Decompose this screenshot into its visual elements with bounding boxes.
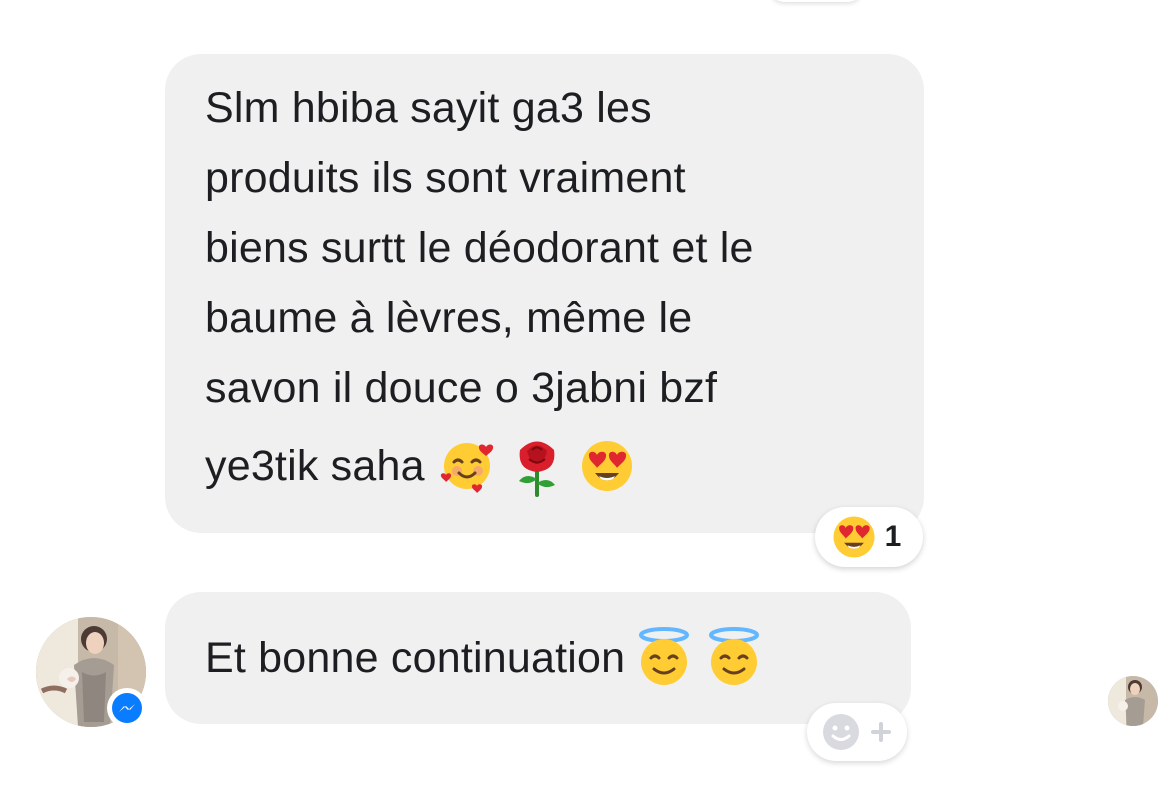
reaction-count: 1	[884, 520, 902, 553]
message-1-line-3: biens surtt le déodorant et le	[205, 224, 754, 272]
smiling-face-with-halo-icon	[709, 627, 760, 685]
message-1-last-line: ye3tik saha	[205, 423, 888, 509]
incoming-message-bubble-1[interactable]: Slm hbiba sayit ga3 les produits ils son…	[165, 54, 924, 533]
previous-reaction-pill	[770, 0, 862, 2]
incoming-message-bubble-2[interactable]: Et bonne continuation	[165, 592, 911, 724]
message-1-line-4: baume à lèvres, même le	[205, 294, 693, 342]
messenger-thread: Slm hbiba sayit ga3 les produits ils son…	[0, 0, 1170, 796]
message-1-line-5: savon il douce o 3jabni bzf	[205, 364, 718, 412]
message-1-last-line-text: ye3tik saha	[205, 442, 425, 490]
smiling-face-with-halo-icon	[639, 627, 690, 685]
message-1-line-1: Slm hbiba sayit ga3 les	[205, 84, 652, 132]
plus-icon	[871, 722, 891, 742]
heart-eyes-face-icon	[833, 516, 875, 558]
heart-eyes-face-icon	[581, 441, 632, 491]
messenger-icon	[112, 693, 142, 723]
smiling-face-with-hearts-icon	[440, 443, 493, 493]
rose-icon	[518, 441, 555, 497]
message-reaction-badge[interactable]: 1	[815, 507, 923, 567]
profile-photo-icon	[1108, 676, 1158, 726]
message-1-line-2: produits ils sont vraiment	[205, 154, 686, 202]
message-2-row: Et bonne continuation	[205, 623, 875, 693]
message-2-text: Et bonne continuation	[205, 634, 626, 682]
smiley-face-icon	[823, 714, 859, 750]
add-reaction-button[interactable]	[807, 703, 907, 761]
seen-by-avatar	[1108, 676, 1158, 726]
messenger-badge	[107, 688, 147, 728]
